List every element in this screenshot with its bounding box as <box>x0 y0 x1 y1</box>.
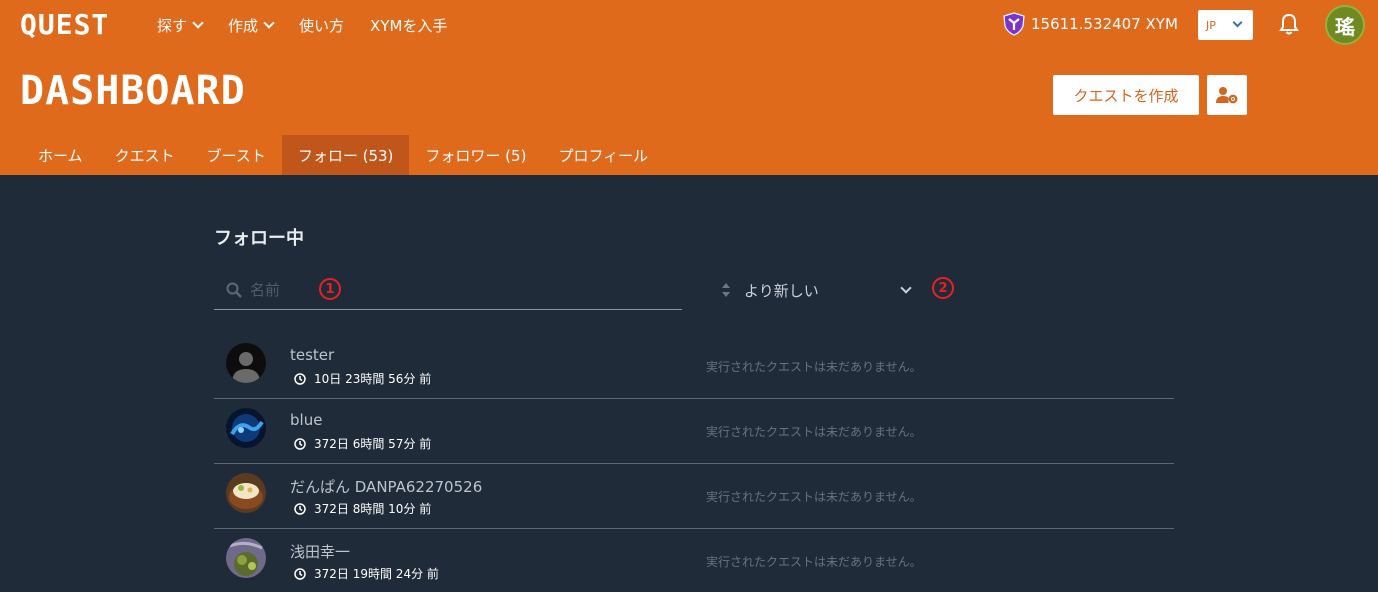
symbol-shield-icon <box>1003 12 1025 36</box>
follow-time-text: 372日 6時間 57分 前 <box>314 437 432 451</box>
chevron-down-icon <box>900 282 912 294</box>
list-item[interactable]: だんぱん DANPA62270526 372日 8時間 10分 前 実行されたク… <box>214 464 1174 529</box>
tab-profile[interactable]: プロフィール <box>542 135 664 175</box>
user-name[interactable]: tester <box>290 346 334 364</box>
annotation-marker-2: 2 <box>932 277 954 299</box>
nav-get-xym-label: XYMを入手 <box>370 16 448 35</box>
clock-icon <box>294 372 306 385</box>
follow-time-text: 372日 8時間 10分 前 <box>314 502 432 516</box>
tab-boost[interactable]: ブースト <box>191 135 282 175</box>
dashboard-tabs: ホーム クエスト ブースト フォロー (53) フォロワー (5) プロフィール <box>22 135 664 175</box>
avatar[interactable] <box>226 538 266 578</box>
tab-quests[interactable]: クエスト <box>99 135 191 175</box>
follow-time: 372日 6時間 57分 前 <box>294 435 431 452</box>
clock-icon <box>294 502 306 515</box>
header: QUEST 探す 作成 使い方 XYMを入手 15611.532407 XYM … <box>0 0 1378 175</box>
nav-create[interactable]: 作成 <box>228 14 275 36</box>
top-nav: 探す 作成 使い方 XYMを入手 <box>157 14 473 36</box>
nav-get-xym[interactable]: XYMを入手 <box>370 14 447 36</box>
quest-status: 実行されたクエストは未だありません。 <box>706 360 922 374</box>
quest-status: 実行されたクエストは未だありません。 <box>706 425 922 439</box>
bell-icon[interactable] <box>1279 13 1299 39</box>
chevron-down-icon <box>1232 17 1243 28</box>
language-select[interactable]: JP <box>1198 10 1253 40</box>
nav-howto[interactable]: 使い方 <box>299 14 344 36</box>
list-item[interactable]: 浅田幸一 372日 19時間 24分 前 実行されたクエストは未だありません。 <box>214 529 1174 592</box>
follow-time-text: 372日 19時間 24分 前 <box>314 567 439 581</box>
chevron-down-icon <box>263 17 275 29</box>
create-quest-button[interactable]: クエストを作成 <box>1053 75 1199 115</box>
user-name[interactable]: blue <box>290 411 322 429</box>
follow-time-text: 10日 23時間 56分 前 <box>314 372 432 386</box>
quest-status: 実行されたクエストは未だありません。 <box>706 555 922 569</box>
avatar[interactable] <box>226 408 266 448</box>
search-box <box>214 270 682 310</box>
list-item[interactable]: tester 10日 23時間 56分 前 実行されたクエストは未だありません。 <box>214 334 1174 399</box>
nav-howto-label: 使い方 <box>299 16 345 35</box>
sort-value: より新しい <box>744 281 819 300</box>
clock-icon <box>294 437 306 450</box>
clock-icon <box>294 567 306 580</box>
search-icon <box>226 282 242 298</box>
balance-text: 15611.532407 XYM <box>1031 15 1178 33</box>
app-logo[interactable]: QUEST <box>20 8 109 41</box>
user-avatar[interactable]: 瑤 <box>1325 5 1365 45</box>
tab-home[interactable]: ホーム <box>22 135 99 175</box>
user-name[interactable]: だんぱん DANPA62270526 <box>290 476 482 497</box>
avatar[interactable] <box>226 343 266 383</box>
avatar[interactable] <box>226 473 266 513</box>
wallet-balance[interactable]: 15611.532407 XYM <box>1003 12 1178 36</box>
user-settings-button[interactable] <box>1207 75 1247 115</box>
nav-explore[interactable]: 探す <box>157 14 204 36</box>
annotation-marker-1: 1 <box>319 278 341 300</box>
follow-time: 372日 19時間 24分 前 <box>294 565 439 582</box>
following-list: tester 10日 23時間 56分 前 実行されたクエストは未だありません。… <box>214 334 1174 592</box>
quest-status: 実行されたクエストは未だありません。 <box>706 490 922 504</box>
user-gear-icon <box>1216 87 1238 104</box>
follow-time: 10日 23時間 56分 前 <box>294 370 431 387</box>
nav-explore-label: 探す <box>157 16 188 35</box>
search-input[interactable] <box>250 278 660 302</box>
sort-arrows-icon <box>722 283 730 297</box>
tab-following[interactable]: フォロー (53) <box>281 135 410 175</box>
language-value: JP <box>1206 18 1216 32</box>
user-avatar-text: 瑤 <box>1335 14 1355 39</box>
nav-create-label: 作成 <box>228 16 259 35</box>
list-item[interactable]: blue 372日 6時間 57分 前 実行されたクエストは未だありません。 <box>214 399 1174 464</box>
follow-time: 372日 8時間 10分 前 <box>294 500 431 517</box>
sort-select[interactable]: より新しい <box>710 270 920 310</box>
chevron-down-icon <box>192 17 204 29</box>
tab-followers[interactable]: フォロワー (5) <box>409 135 542 175</box>
user-name[interactable]: 浅田幸一 <box>290 541 350 562</box>
section-title: フォロー中 <box>214 228 304 249</box>
page-title: DASHBOARD <box>20 68 246 114</box>
